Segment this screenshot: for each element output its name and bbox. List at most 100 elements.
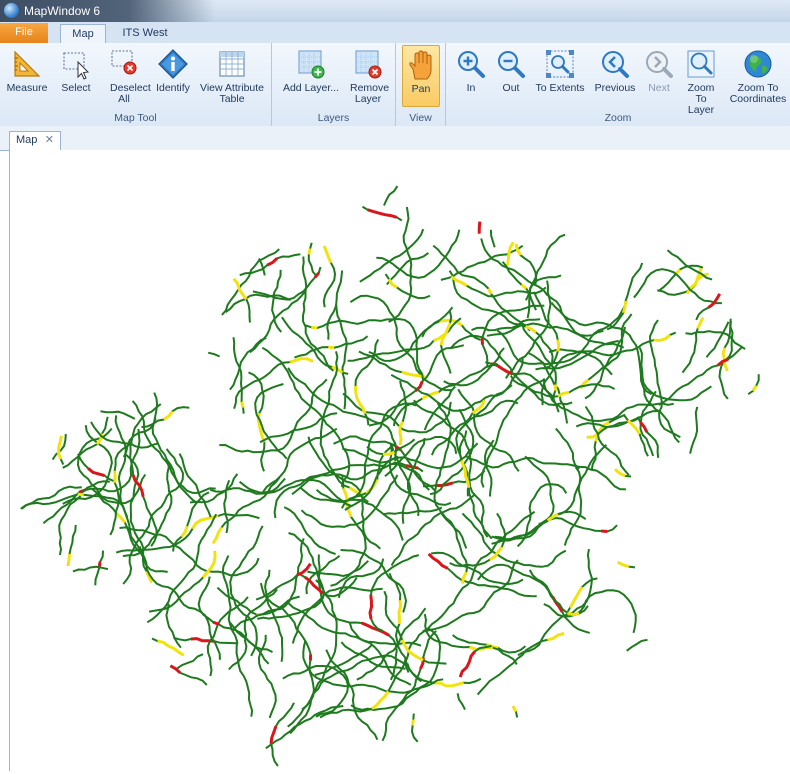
road-segment (444, 348, 504, 385)
slow-traffic-segment (618, 562, 629, 566)
road-segment (255, 384, 287, 459)
road-segment (748, 374, 759, 394)
road-segment (460, 646, 491, 677)
slow-traffic-segment (413, 720, 414, 726)
congestion-segment (479, 222, 480, 234)
road-segment (414, 400, 492, 538)
tab-map[interactable]: Map (60, 24, 106, 43)
next-button[interactable]: Next (642, 45, 676, 107)
road-segment (384, 186, 397, 205)
slow-traffic-segment (164, 411, 173, 419)
group-view: Pan View (396, 43, 446, 126)
add-layer-button[interactable]: Add Layer... (278, 45, 344, 107)
zoom-in-label: In (454, 83, 488, 94)
close-icon[interactable]: ✕ (45, 132, 54, 149)
slow-traffic-segment (435, 683, 464, 686)
app-icon (4, 3, 19, 18)
road-segment (495, 512, 586, 540)
zoom-previous-icon (599, 48, 631, 80)
next-label: Next (642, 83, 676, 94)
road-segment (263, 429, 337, 492)
tab-its-west[interactable]: ITS West (112, 24, 178, 43)
road-segment (326, 650, 377, 740)
zoom-to-layer-button[interactable]: Zoom To Layer (678, 45, 724, 107)
road-segment (284, 507, 335, 554)
road-segment (481, 239, 603, 336)
road-segment (232, 538, 303, 631)
slow-traffic-segment (117, 514, 125, 523)
identify-label: Identify (150, 83, 196, 94)
deselect-all-button[interactable]: Deselect All (100, 45, 148, 107)
tab-map-document[interactable]: Map ✕ (9, 131, 61, 150)
road-segment (360, 229, 423, 282)
slow-traffic-segment (654, 335, 670, 341)
pan-button[interactable]: Pan (402, 45, 440, 107)
pan-label: Pan (403, 84, 439, 95)
info-diamond-icon (157, 48, 189, 80)
zoom-to-layer-icon (685, 48, 717, 80)
zoom-next-icon (643, 48, 675, 80)
slow-traffic-segment (324, 246, 331, 263)
road-segment (234, 359, 313, 409)
group-layers: Add Layer... Remove Layer Layers (272, 43, 396, 126)
slow-traffic-segment (59, 436, 62, 459)
road-segment (544, 590, 636, 633)
remove-layer-button[interactable]: Remove Layer (344, 45, 392, 107)
document-tab-strip: Map ✕ (0, 126, 790, 151)
slow-traffic-segment (547, 634, 564, 640)
group-label-zoom: Zoom (446, 112, 790, 124)
zoom-out-icon (495, 48, 527, 80)
slow-traffic-segment (513, 706, 516, 711)
road-segment (223, 556, 252, 717)
ribbon: Measure Select Deselect All I (0, 43, 790, 127)
previous-button[interactable]: Previous (590, 45, 640, 107)
road-segment (300, 574, 357, 596)
zoom-out-button[interactable]: Out (492, 45, 530, 107)
select-button[interactable]: Select (54, 45, 98, 107)
map-canvas[interactable] (9, 150, 790, 771)
select-label: Select (54, 83, 98, 94)
congestion-segment (429, 554, 448, 568)
identify-button[interactable]: Identify (150, 45, 196, 107)
road-segment (707, 322, 729, 357)
road-segment (406, 560, 518, 673)
road-network-map[interactable] (10, 150, 790, 771)
group-map-tool: Measure Select Deselect All I (0, 43, 272, 126)
road-segment (140, 546, 220, 660)
zoom-in-button[interactable]: In (454, 45, 488, 107)
congestion-segment (213, 622, 219, 624)
road-segment (73, 567, 108, 572)
remove-layer-label: Remove Layer (344, 83, 392, 105)
road-segment (249, 372, 265, 471)
zoom-in-icon (455, 48, 487, 80)
tab-file[interactable]: File (0, 23, 48, 43)
road-segment (491, 230, 495, 248)
to-extents-button[interactable]: To Extents (532, 45, 588, 107)
road-segment (627, 640, 648, 651)
slow-traffic-segment (570, 587, 582, 608)
road-segment (199, 577, 269, 664)
road-segment (492, 467, 581, 540)
previous-label: Previous (590, 83, 640, 94)
view-attribute-table-button[interactable]: View Attribute Table (196, 45, 268, 107)
group-zoom: In Out To Extents (446, 43, 790, 126)
road-segment (442, 513, 467, 583)
deselect-all-label: Deselect All (100, 83, 148, 105)
attribute-table-icon (216, 48, 248, 80)
road-segment (482, 306, 544, 368)
slow-traffic-segment (698, 318, 703, 329)
slow-traffic-segment (567, 613, 579, 615)
road-segment (544, 378, 674, 421)
slow-traffic-segment (203, 551, 215, 577)
add-layer-label: Add Layer... (278, 83, 344, 94)
slow-traffic-segment (516, 244, 521, 255)
road-segment (180, 454, 211, 518)
slow-traffic-segment (400, 422, 403, 445)
measure-label: Measure (2, 83, 52, 94)
slow-traffic-segment (628, 420, 640, 434)
slow-traffic-segment (372, 691, 388, 708)
window-title: MapWindow 6 (24, 4, 100, 18)
road-segment (222, 249, 279, 315)
zoom-to-coordinates-button[interactable]: Zoom To Coordinates (728, 45, 788, 107)
measure-button[interactable]: Measure (2, 45, 52, 107)
